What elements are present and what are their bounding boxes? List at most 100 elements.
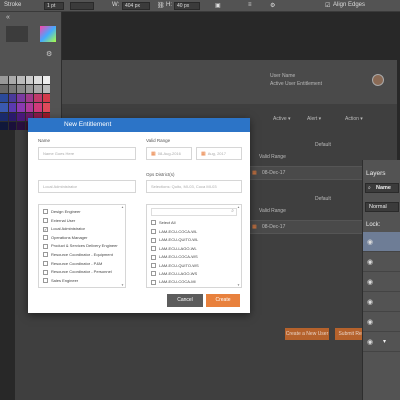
- checkbox[interactable]: [151, 246, 156, 252]
- role-label: Resource Coordinator - Equipment: [51, 252, 113, 257]
- default-toggle-1[interactable]: Default: [315, 142, 331, 148]
- align-edges-checkbox[interactable]: ☑: [325, 2, 330, 9]
- checkbox[interactable]: [43, 261, 48, 267]
- cancel-button[interactable]: Cancel: [167, 294, 203, 307]
- blend-mode-dropdown[interactable]: Normal: [365, 202, 399, 212]
- table-row[interactable]: ▦ 08-Dec-17: [245, 220, 375, 234]
- column-active[interactable]: Active ▾: [273, 116, 291, 122]
- layer-group-row[interactable]: ◉ ▾: [363, 332, 400, 352]
- checkbox[interactable]: [151, 279, 156, 285]
- checkbox[interactable]: [43, 278, 48, 284]
- district-list-item[interactable]: LAM-ECU-QUITO-WS: [151, 262, 199, 269]
- checkbox[interactable]: [151, 271, 156, 277]
- layer-filter[interactable]: ⌕ Name: [365, 183, 399, 193]
- district-list-item[interactable]: LAM-ECU-LAGO-WL: [151, 246, 197, 252]
- gear-icon[interactable]: ⚙: [270, 2, 275, 9]
- select-all-checkbox[interactable]: Select All: [151, 220, 176, 226]
- modal-header: New Entitlement: [28, 118, 250, 132]
- stroke-style-dropdown[interactable]: [70, 2, 94, 10]
- user-name: User Name: [270, 73, 296, 79]
- calendar-icon: ▦: [201, 151, 206, 157]
- district-search-input[interactable]: ⌕: [151, 208, 237, 216]
- layer-row[interactable]: ◉: [363, 252, 400, 272]
- role-list-item[interactable]: Resource Coordinator - Equipment: [43, 252, 113, 258]
- scroll-up-icon[interactable]: ▲: [237, 205, 241, 209]
- h-label: H:: [166, 2, 172, 8]
- role-list-item[interactable]: Product & Services Delivery Engineer: [43, 243, 118, 249]
- link-icon[interactable]: ⛓: [157, 2, 165, 9]
- ops-district-input[interactable]: Selections: Quito, MI-03, Coca MI-03: [146, 180, 242, 193]
- role-label: Resource Coordinator - P&M: [51, 260, 103, 266]
- scroll-up-icon[interactable]: ▲: [121, 205, 125, 209]
- district-list-item[interactable]: LAM-ECU-QUITO-WL: [151, 237, 198, 243]
- district-label: LAM-ECU-QUITO-WS: [159, 262, 199, 268]
- date-to-input[interactable]: ▦ Aug, 2017: [196, 147, 242, 160]
- role-list-item[interactable]: Resource Coordinator - P&M: [43, 260, 103, 267]
- checkbox[interactable]: [151, 263, 156, 269]
- checkbox[interactable]: [43, 269, 48, 275]
- role-list-item[interactable]: Design Engineer: [43, 209, 81, 215]
- checkbox[interactable]: [151, 229, 156, 235]
- select-all-label: Select All: [159, 220, 176, 225]
- districts-list[interactable]: ⌕ Select All LAM-ECU-COCA-WL LAM-ECU-QUIT…: [146, 204, 242, 288]
- checkbox[interactable]: [43, 252, 48, 258]
- checkbox[interactable]: [43, 243, 48, 249]
- panel-options-icon[interactable]: ⚙: [46, 50, 52, 58]
- avatar[interactable]: [372, 74, 384, 86]
- column-alert[interactable]: Alert ▾: [307, 116, 321, 122]
- name-input[interactable]: Name Goes Here: [38, 147, 136, 160]
- district-list-item[interactable]: LAM-ECU-COCA-WL: [151, 229, 197, 235]
- table-row[interactable]: ▦ 08-Dec-17: [245, 166, 375, 180]
- panel-collapse-icon[interactable]: «: [6, 14, 10, 21]
- role-list-item[interactable]: Operations Manager: [43, 235, 87, 241]
- stroke-label: Stroke: [4, 2, 22, 8]
- eye-icon[interactable]: ◉: [367, 298, 373, 306]
- roles-list[interactable]: Design Engineer External User ✓ Local Admin…: [38, 204, 126, 288]
- district-list-item[interactable]: LAM-ECU-LAGO-WS: [151, 271, 197, 277]
- role-input[interactable]: Local Administrator: [38, 180, 136, 193]
- district-list-item[interactable]: LAM-ECU-COCA-WS: [151, 254, 198, 260]
- date-from-input[interactable]: ▦ 08-Aug-2016: [146, 147, 192, 160]
- default-toggle-2[interactable]: Default: [315, 196, 331, 202]
- checkbox[interactable]: [151, 254, 156, 260]
- path-ops-icon[interactable]: ▣: [215, 2, 221, 9]
- options-bar: Stroke 1 pt W: 404 px ⛓ H: 40 px ▣ ≡ ⚙ ☑…: [0, 0, 400, 12]
- color-spectrum[interactable]: [40, 26, 56, 42]
- checkbox[interactable]: [151, 237, 156, 243]
- date-to-value: Aug, 2017: [207, 151, 226, 156]
- checkbox[interactable]: [151, 220, 156, 226]
- checkbox[interactable]: [43, 209, 48, 215]
- layers-title[interactable]: Layers: [366, 170, 386, 177]
- create-new-user-button[interactable]: Create a New User: [285, 328, 329, 340]
- checkbox-checked[interactable]: ✓: [43, 226, 48, 232]
- layer-row[interactable]: ◉: [363, 292, 400, 312]
- eye-icon[interactable]: ◉: [367, 278, 373, 286]
- layer-row[interactable]: ◉: [363, 232, 400, 252]
- height-field[interactable]: 40 px: [174, 2, 200, 10]
- role-list-item[interactable]: Resource Coordinator - Personnel: [43, 269, 112, 275]
- stroke-width-field[interactable]: 1 pt: [44, 2, 64, 10]
- role-list-item[interactable]: ✓ Local Administrator: [43, 226, 86, 232]
- eye-icon[interactable]: ◉: [367, 258, 373, 266]
- eye-icon[interactable]: ◉: [367, 338, 373, 346]
- layer-row[interactable]: ◉: [363, 312, 400, 332]
- column-action[interactable]: Action ▾: [345, 116, 363, 122]
- color-picker-tab[interactable]: [6, 26, 28, 42]
- role-label: Local Administrator: [51, 226, 86, 232]
- width-field[interactable]: 404 px: [122, 2, 150, 10]
- checkbox[interactable]: [43, 218, 48, 224]
- page-header: User Name Active User Entitlement: [15, 60, 397, 104]
- district-list-item[interactable]: LAM-ECU-COCA-MI: [151, 279, 196, 285]
- folder-expand-icon[interactable]: ▾: [383, 338, 386, 345]
- create-button[interactable]: Create: [206, 294, 240, 307]
- scroll-down-icon[interactable]: ▼: [237, 283, 241, 287]
- path-align-icon[interactable]: ≡: [248, 2, 252, 8]
- layer-row[interactable]: ◉: [363, 272, 400, 292]
- role-list-item[interactable]: Sales Engineer: [43, 278, 78, 284]
- role-list-item[interactable]: External User: [43, 218, 75, 224]
- eye-icon[interactable]: ◉: [367, 318, 373, 326]
- valid-range-label: Valid Range: [146, 138, 171, 143]
- scroll-down-icon[interactable]: ▼: [121, 283, 125, 287]
- eye-icon[interactable]: ◉: [367, 238, 373, 246]
- checkbox[interactable]: [43, 235, 48, 241]
